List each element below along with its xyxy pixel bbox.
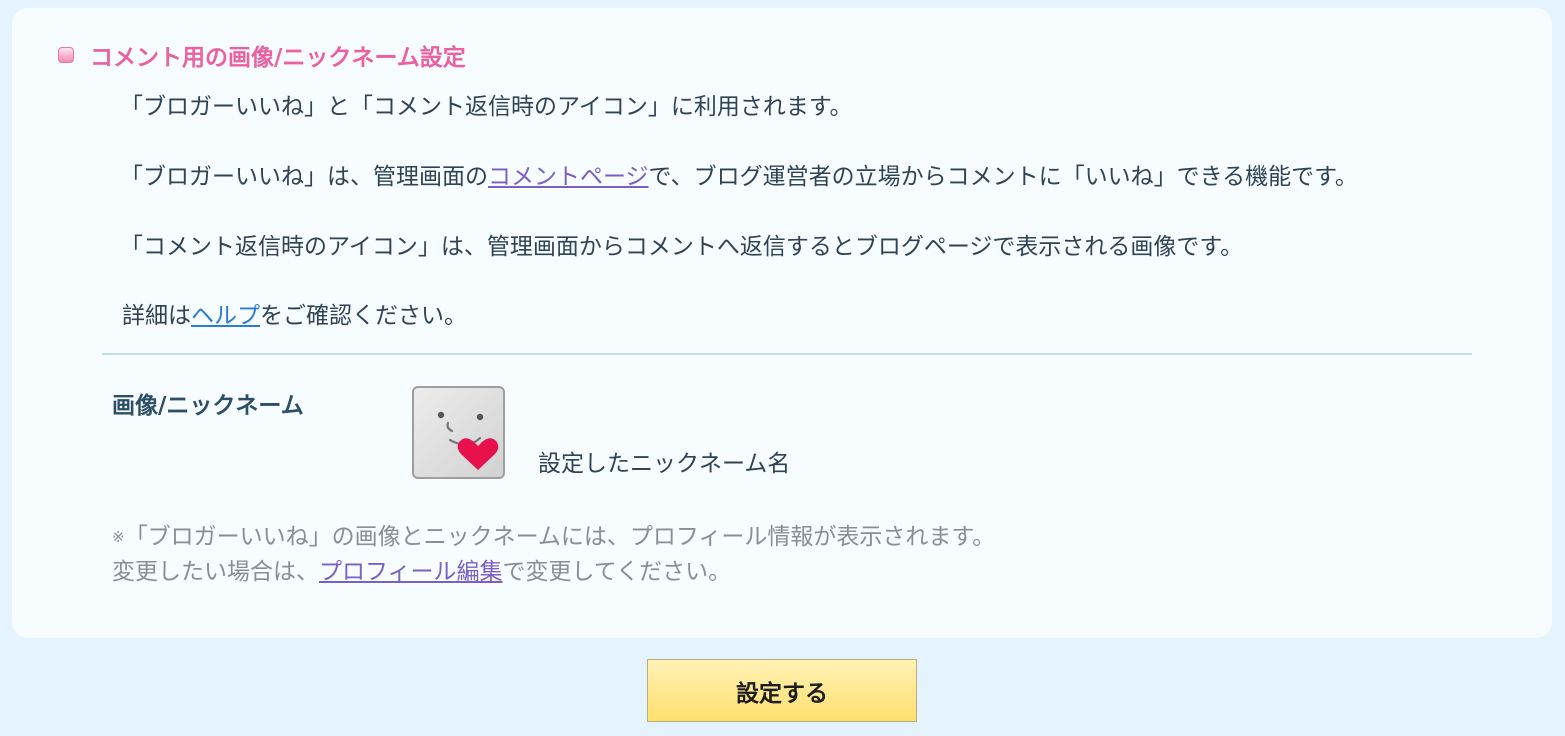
face-with-heart-icon (437, 411, 499, 470)
help-line: 詳細はヘルプをご確認ください。 (122, 299, 1462, 334)
intro-text: 「ブロガーいいね」は、管理画面の (120, 164, 488, 190)
help-text: をご確認ください。 (260, 303, 467, 329)
help-text: 詳細は (122, 303, 191, 329)
note-text: で変更してください。 (502, 559, 732, 585)
help-link[interactable]: ヘルプ (191, 303, 260, 329)
note-mark: ※ (112, 528, 125, 546)
submit-button[interactable]: 設定する (647, 659, 917, 722)
comment-page-link[interactable]: コメントページ (488, 164, 649, 190)
note-line-1: ※「ブロガーいいね」の画像とニックネームには、プロフィール情報が表示されます。 (112, 520, 995, 555)
intro-paragraph-blogger-like: 「ブロガーいいね」は、管理画面のコメントページで、ブログ運営者の立場からコメント… (120, 160, 1460, 195)
intro-paragraph-reply-icon: 「コメント返信時のアイコン」は、管理画面からコメントへ返信するとブログページで表… (120, 234, 1244, 260)
intro-text: で、ブログ運営者の立場からコメントに「いいね」できる機能です。 (648, 164, 1358, 190)
note: ※「ブロガーいいね」の画像とニックネームには、プロフィール情報が表示されます。 … (112, 520, 995, 590)
section-header: コメント用の画像/ニックネーム設定 (58, 38, 466, 72)
avatar (412, 386, 505, 479)
note-line-2: 変更したい場合は、プロフィール編集で変更してください。 (112, 555, 995, 590)
image-nickname-label: 画像/ニックネーム (112, 393, 304, 419)
section-title: コメント用の画像/ニックネーム設定 (90, 45, 466, 71)
note-text: 変更したい場合は、 (112, 559, 319, 585)
nickname-text: 設定したニックネーム名 (538, 451, 791, 477)
intro-line: 「ブロガーいいね」と「コメント返信時のアイコン」に利用されます。 (120, 94, 853, 120)
profile-edit-link[interactable]: プロフィール編集 (319, 559, 503, 585)
pink-square-icon (58, 47, 74, 63)
note-text: 「ブロガーいいね」の画像とニックネームには、プロフィール情報が表示されます。 (124, 524, 996, 550)
divider (102, 353, 1472, 355)
